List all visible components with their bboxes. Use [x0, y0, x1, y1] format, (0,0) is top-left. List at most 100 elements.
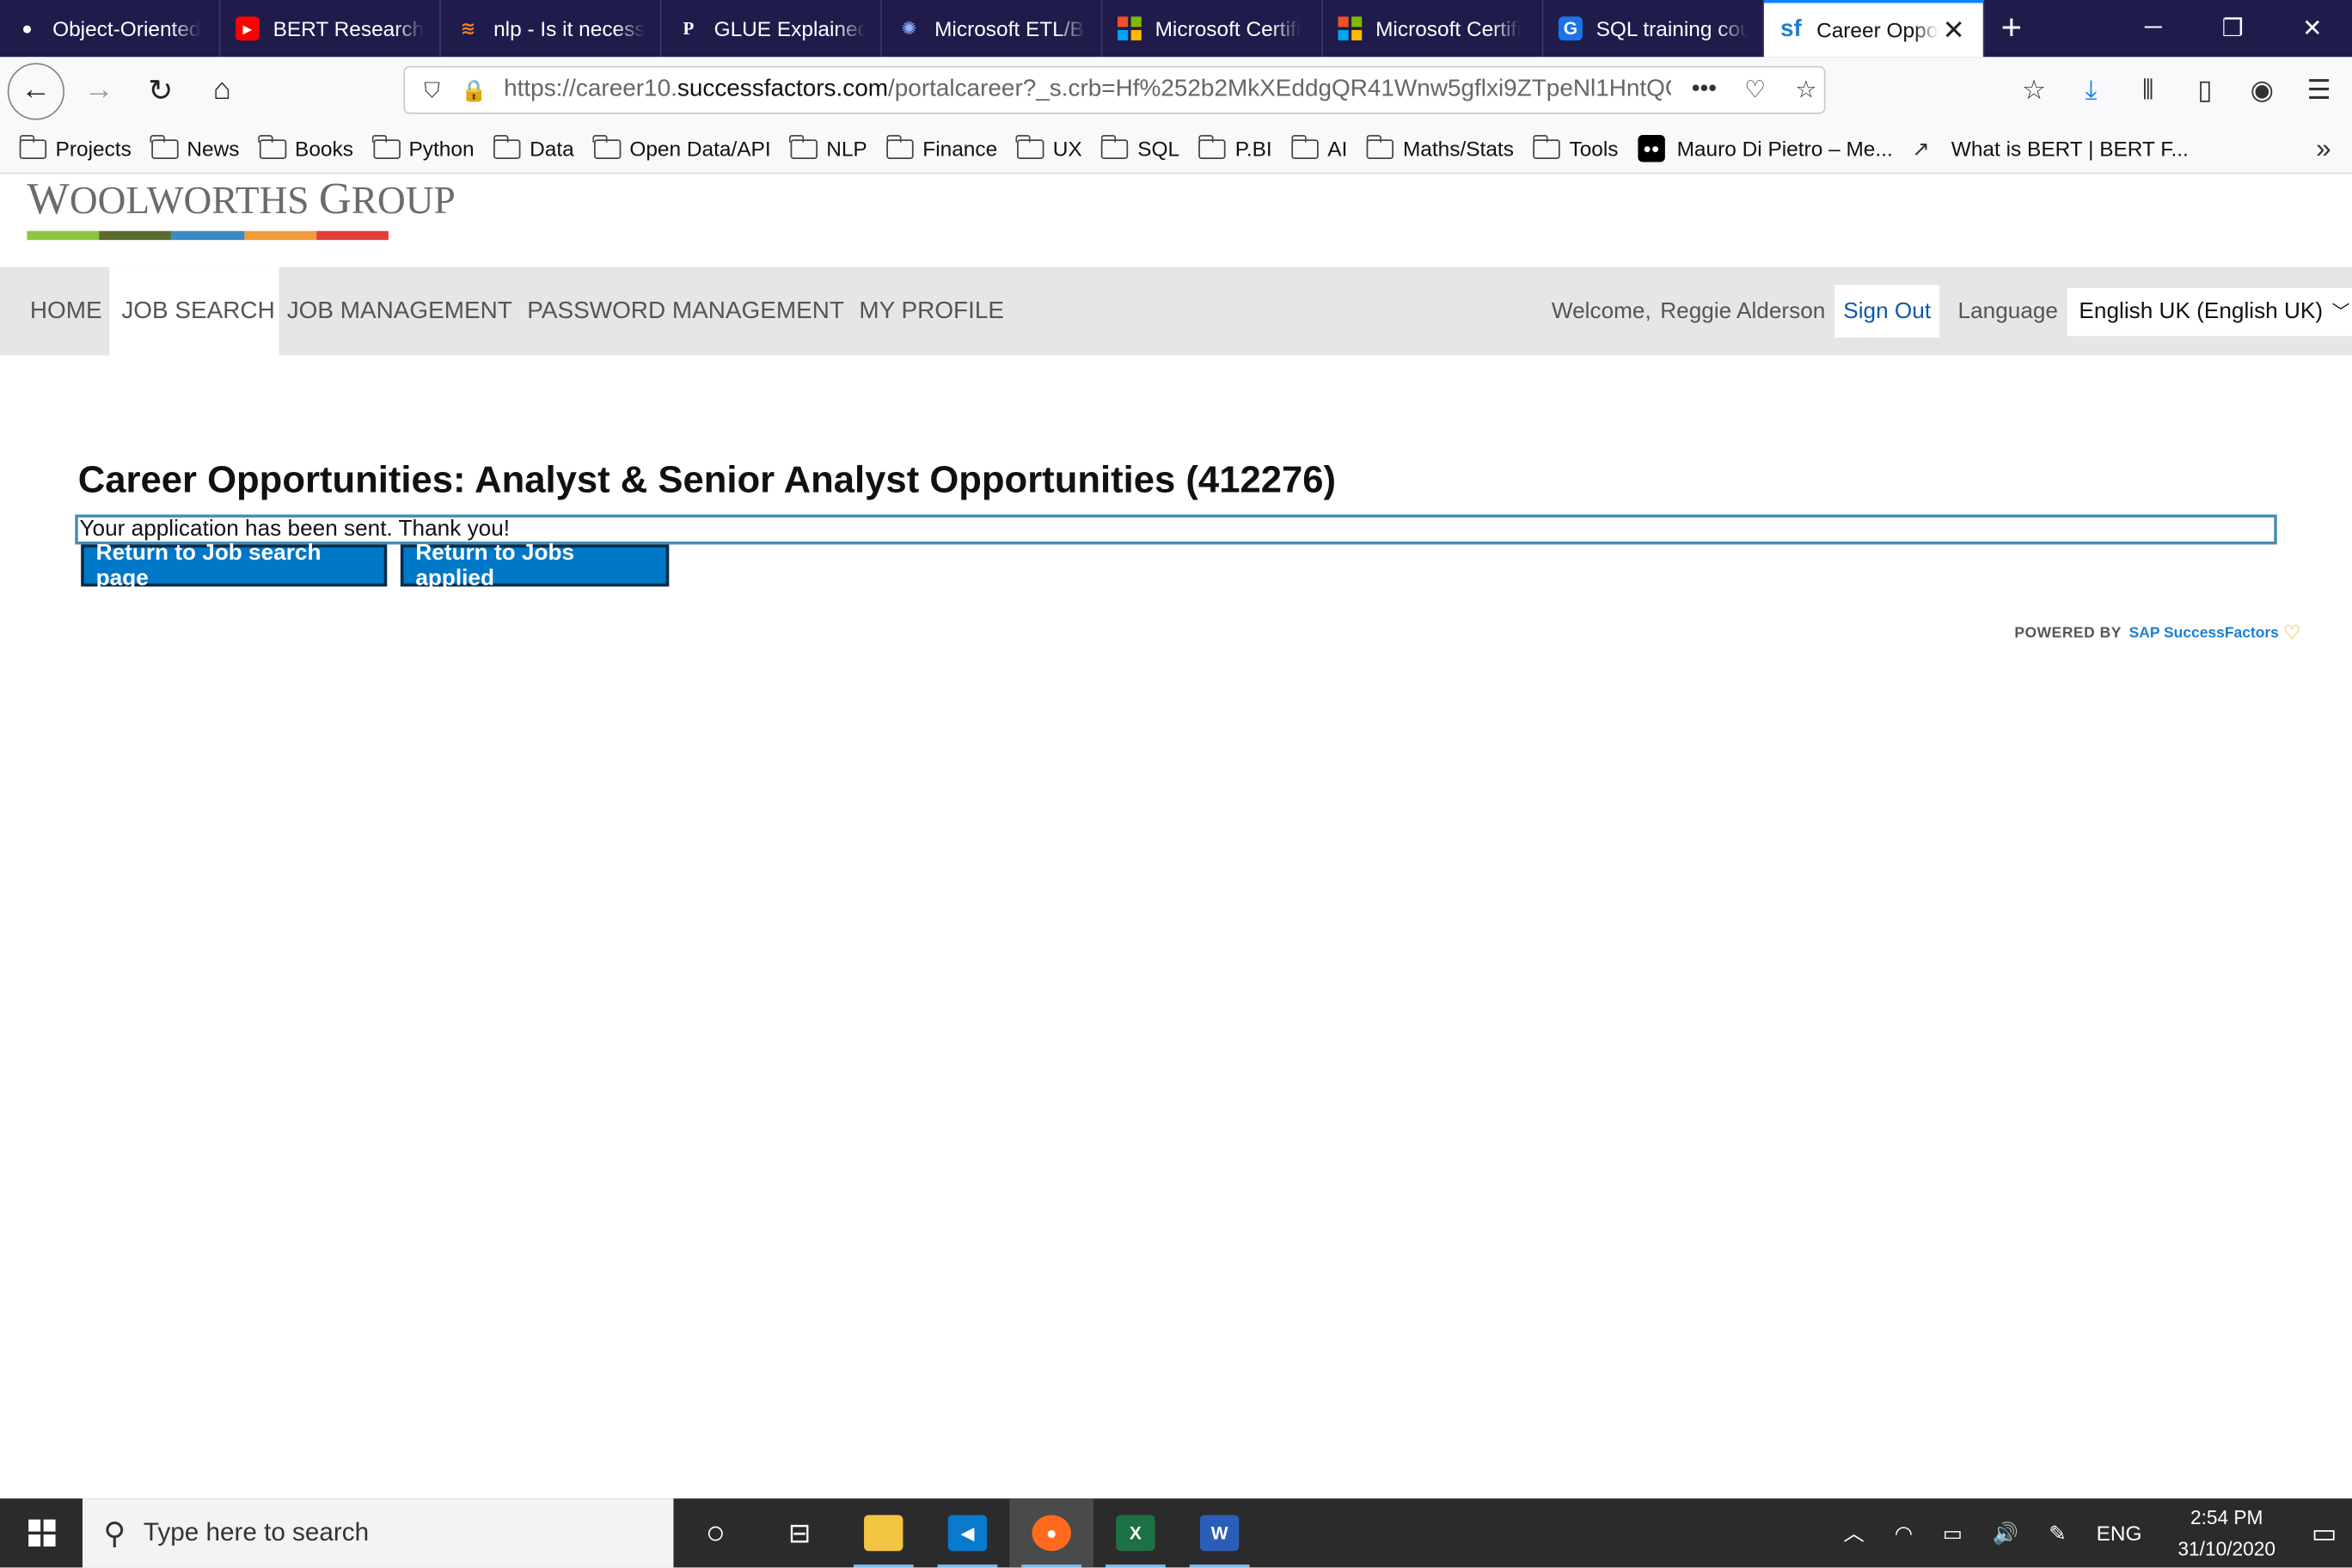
powered-by-badge[interactable]: POWERED BY SAP SuccessFactors ♡: [2014, 621, 2301, 645]
github-icon: ●: [21, 17, 33, 40]
minimize-icon[interactable]: ─: [2114, 0, 2193, 57]
bookmark-link[interactable]: ↗ What is BERT | BERT F...: [1912, 136, 2188, 162]
new-tab-button[interactable]: +: [1985, 0, 2039, 57]
start-button[interactable]: [0, 1498, 83, 1567]
pen-icon[interactable]: ✎: [2049, 1520, 2066, 1546]
language-select[interactable]: English UK (English UK) ﹀: [2067, 287, 2352, 335]
return-to-job-search-button[interactable]: Return to Job search page: [81, 540, 388, 591]
vscode-icon: ◀: [947, 1515, 988, 1552]
page-actions-icon[interactable]: •••: [1687, 77, 1723, 103]
word-button[interactable]: W: [1178, 1498, 1262, 1568]
bookmark-folder[interactable]: News: [150, 134, 239, 161]
folder-icon: [150, 134, 178, 159]
cortana-button[interactable]: ○: [673, 1498, 757, 1567]
microsoft-icon: [1117, 16, 1142, 41]
vscode-button[interactable]: ◀: [926, 1498, 1010, 1568]
bookmark-folder[interactable]: Python: [371, 134, 475, 161]
heart-icon: ♡: [2283, 621, 2302, 644]
pocket-icon[interactable]: ♡: [1737, 75, 1773, 105]
firefox-button[interactable]: ●: [1009, 1498, 1094, 1568]
bookmark-folder[interactable]: Open Data/API: [592, 134, 771, 161]
return-to-jobs-applied-button[interactable]: Return to Jobs applied: [400, 540, 670, 591]
home-button[interactable]: ⌂: [195, 64, 249, 118]
wifi-icon[interactable]: ◠: [1895, 1520, 1913, 1546]
url-text[interactable]: https://career10.successfactors.com/port…: [504, 77, 1671, 103]
browser-tab-strip: ● Object-Oriented ▶ BERT Research - ≋ nlp -…: [0, 0, 2352, 58]
browser-tab[interactable]: ● Object-Oriented: [0, 0, 221, 58]
nav-password-management[interactable]: PASSWORD MANAGEMENT: [520, 267, 852, 356]
sidebar-icon[interactable]: ▯: [2181, 66, 2229, 114]
close-tab-icon[interactable]: ✕: [1942, 15, 1964, 46]
reload-button[interactable]: ↻: [133, 64, 187, 118]
folder-icon: [885, 134, 914, 159]
p-icon: P: [683, 17, 695, 39]
browser-tab-active[interactable]: sf Career Oppo ✕: [1764, 0, 1985, 58]
forward-button[interactable]: →: [72, 64, 126, 118]
file-explorer-button[interactable]: [842, 1498, 926, 1568]
bookmark-folder[interactable]: NLP: [789, 134, 867, 161]
bookmark-folder[interactable]: AI: [1290, 134, 1347, 161]
woolworths-group-logo[interactable]: WOOLWORTHS GROUP: [27, 174, 455, 224]
browser-tab[interactable]: Microsoft Certifi: [1323, 0, 1544, 58]
menu-icon[interactable]: ☰: [2295, 66, 2343, 114]
nav-job-management[interactable]: JOB MANAGEMENT: [279, 267, 520, 356]
back-button[interactable]: ←: [7, 62, 65, 119]
show-hidden-icons[interactable]: ︿: [1843, 1518, 1864, 1548]
restore-icon[interactable]: ❐: [2193, 0, 2272, 57]
shield-icon[interactable]: ⛉: [417, 77, 447, 103]
bookmarks-bar: Projects News Books Python Data Open Dat…: [0, 124, 2352, 175]
browser-tab[interactable]: ≋ nlp - Is it necess: [441, 0, 662, 58]
bookmark-label: P.BI: [1234, 136, 1272, 161]
tab-title: GLUE Explained:: [714, 16, 866, 41]
bookmark-folder[interactable]: Data: [493, 134, 574, 161]
nav-home[interactable]: HOME: [0, 267, 109, 356]
bookmark-star-icon[interactable]: ☆: [1788, 75, 1824, 105]
download-icon[interactable]: ⤓: [2067, 66, 2115, 114]
bookmark-folder[interactable]: SQL: [1100, 134, 1179, 161]
browser-tab[interactable]: P GLUE Explained:: [662, 0, 883, 58]
sign-out-link[interactable]: Sign Out: [1834, 285, 1940, 338]
browser-tab[interactable]: ▶ BERT Research -: [221, 0, 442, 58]
medium-icon: ●●: [1638, 135, 1665, 162]
more-bookmarks-icon[interactable]: »: [2316, 132, 2331, 164]
library-icon[interactable]: ⫴: [2124, 66, 2172, 114]
browser-tab[interactable]: ✺ Microsoft ETL/BI: [882, 0, 1103, 58]
folder-icon: [1100, 134, 1129, 159]
url-prefix: https://career10.: [504, 76, 677, 102]
lock-warning-icon[interactable]: 🔒: [459, 77, 489, 103]
clock[interactable]: 2:54 PM 31/10/2020: [2177, 1502, 2275, 1565]
bookmark-folder[interactable]: Books: [258, 134, 353, 161]
bookmark-label: UX: [1052, 136, 1082, 161]
bookmark-folder[interactable]: Maths/Stats: [1366, 134, 1514, 161]
bookmark-label: Finance: [922, 136, 998, 161]
volume-icon[interactable]: 🔊: [1993, 1520, 2018, 1546]
bookmark-folder[interactable]: P.BI: [1197, 134, 1272, 161]
folder-icon: [1290, 134, 1319, 159]
taskbar-search[interactable]: ⚲ Type here to search: [82, 1498, 674, 1568]
bookmark-folder[interactable]: UX: [1016, 134, 1082, 161]
logo-stripe: [171, 230, 244, 241]
welcome-text: Welcome,: [1551, 298, 1651, 324]
excel-button[interactable]: X: [1093, 1498, 1178, 1568]
nav-my-profile[interactable]: MY PROFILE: [852, 267, 1012, 356]
circle-icon: ○: [705, 1513, 726, 1552]
browser-tab[interactable]: G SQL training cou: [1544, 0, 1765, 58]
address-bar[interactable]: ⛉ 🔒 https://career10.successfactors.com/…: [403, 65, 1826, 114]
notifications-icon[interactable]: ▭: [2312, 1517, 2337, 1549]
close-window-icon[interactable]: ✕: [2273, 0, 2352, 57]
bookmark-folder[interactable]: Finance: [885, 134, 998, 161]
bookmark-link[interactable]: ●● Mauro Di Pietro – Me...: [1638, 135, 1893, 162]
input-language[interactable]: ENG: [2097, 1521, 2142, 1545]
task-view-button[interactable]: ⊟: [757, 1498, 842, 1567]
folder-icon: [789, 134, 818, 159]
bookmark-folder[interactable]: Projects: [18, 134, 132, 161]
tab-title: Microsoft Certifi: [1155, 16, 1302, 41]
g-icon: G: [1558, 16, 1583, 41]
reading-list-icon[interactable]: ☆: [2010, 66, 2058, 114]
user-name: Reggie Alderson: [1660, 298, 1826, 324]
bookmark-folder[interactable]: Tools: [1532, 134, 1619, 161]
account-icon[interactable]: ◉: [2238, 66, 2286, 114]
battery-icon[interactable]: ▭: [1943, 1520, 1963, 1546]
browser-tab[interactable]: Microsoft Certifi: [1103, 0, 1324, 58]
nav-job-search[interactable]: JOB SEARCH: [109, 266, 279, 356]
